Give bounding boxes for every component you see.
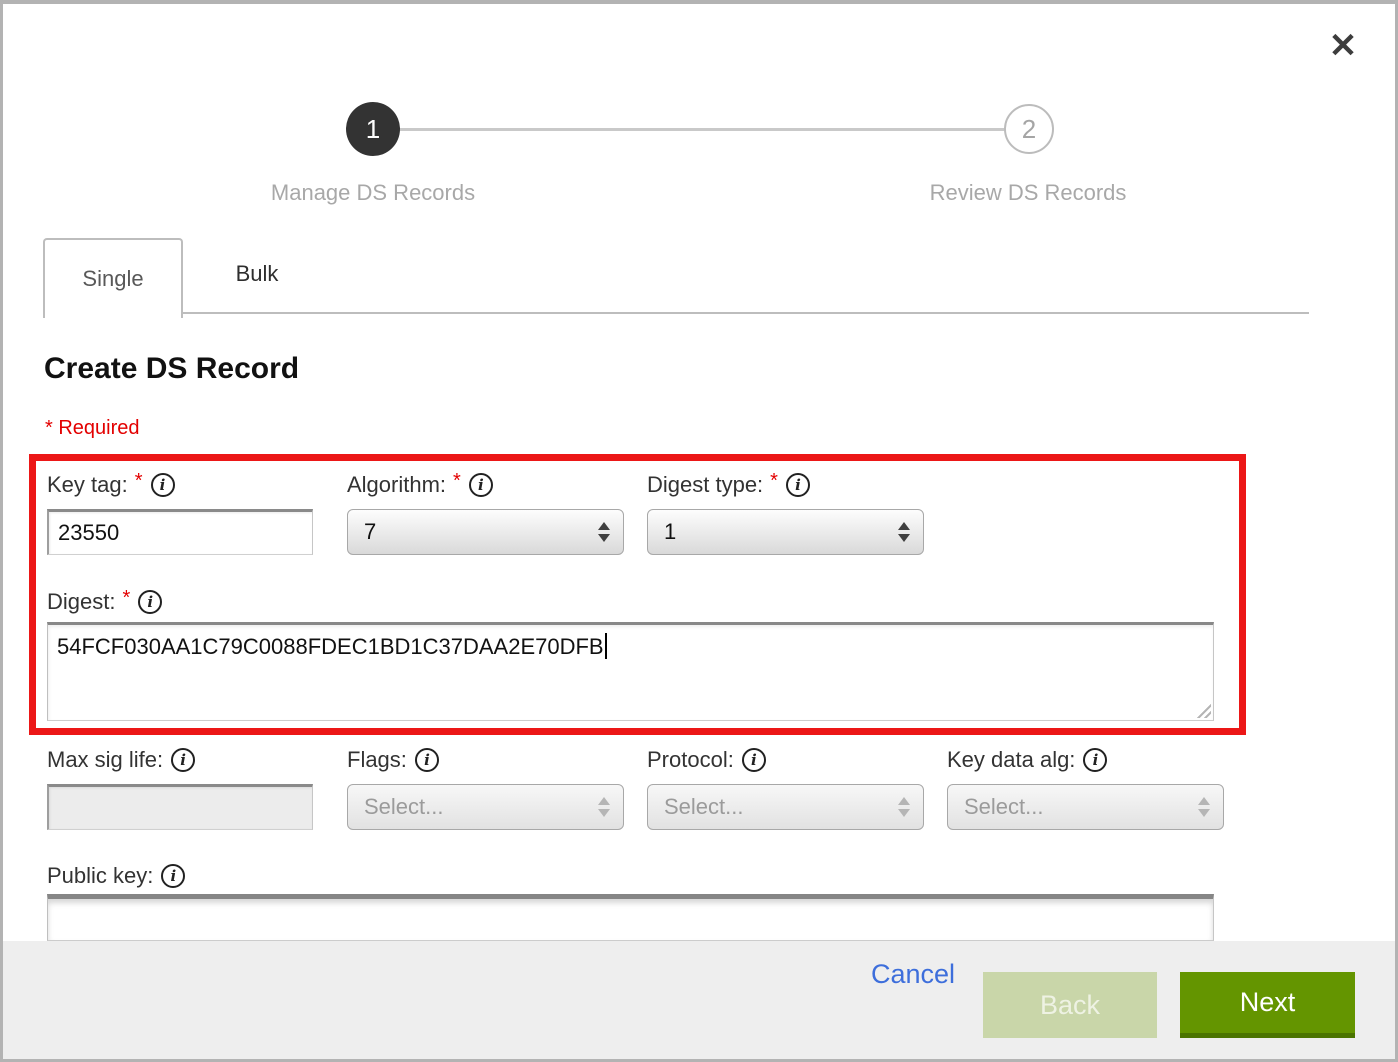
algorithm-label: Algorithm: * i <box>347 470 493 500</box>
tab-bulk[interactable]: Bulk <box>185 238 329 310</box>
select-stepper-arrows-icon <box>898 522 910 542</box>
tab-bar-divider <box>181 312 1309 314</box>
digest-type-label: Digest type: * i <box>647 470 810 500</box>
public-key-label: Public key: i <box>47 861 185 891</box>
key-data-alg-info-icon[interactable]: i <box>1083 748 1107 772</box>
select-stepper-arrows-icon <box>598 522 610 542</box>
step-2-number: 2 <box>1022 114 1036 145</box>
select-stepper-arrows-icon <box>598 797 610 817</box>
digest-type-info-icon[interactable]: i <box>786 473 810 497</box>
step-2-label: Review DS Records <box>828 180 1228 206</box>
max-sig-life-label-text: Max sig life: <box>47 747 163 773</box>
required-asterisk: * <box>770 470 778 493</box>
public-key-label-text: Public key: <box>47 863 153 889</box>
protocol-select[interactable]: Select... <box>647 784 924 830</box>
required-asterisk: * <box>122 587 130 610</box>
protocol-label-text: Protocol: <box>647 747 734 773</box>
digest-label-text: Digest: <box>47 589 115 615</box>
close-icon[interactable]: ✕ <box>1319 22 1367 70</box>
digest-label: Digest: * i <box>47 587 162 617</box>
stepper-connector-line <box>373 128 1029 131</box>
step-2-circle: 2 <box>1004 104 1054 154</box>
key-tag-input[interactable] <box>47 509 313 555</box>
digest-textarea[interactable]: 54FCF030AA1C79C0088FDEC1BD1C37DAA2E70DFB <box>47 622 1214 721</box>
key-data-alg-label: Key data alg: i <box>947 745 1107 775</box>
protocol-select-placeholder: Select... <box>648 794 743 820</box>
digest-type-label-text: Digest type: <box>647 472 763 498</box>
next-button[interactable]: Next <box>1180 972 1355 1038</box>
algorithm-select-value: 7 <box>348 519 376 545</box>
modal-footer: Cancel Back Next <box>3 941 1395 1059</box>
step-1-label: Manage DS Records <box>173 180 573 206</box>
max-sig-life-input[interactable] <box>47 784 313 830</box>
flags-label: Flags: i <box>347 745 439 775</box>
flags-select-placeholder: Select... <box>348 794 443 820</box>
public-key-textarea[interactable] <box>47 894 1214 941</box>
digest-value: 54FCF030AA1C79C0088FDEC1BD1C37DAA2E70DFB <box>57 634 604 659</box>
algorithm-select[interactable]: 7 <box>347 509 624 555</box>
create-ds-record-modal: ✕ 1 2 Manage DS Records Review DS Record… <box>0 0 1398 1062</box>
public-key-info-icon[interactable]: i <box>161 864 185 888</box>
resize-handle-icon[interactable] <box>1195 702 1211 718</box>
protocol-info-icon[interactable]: i <box>742 748 766 772</box>
required-asterisk: * <box>135 470 143 493</box>
required-note: * Required <box>45 417 140 440</box>
key-data-alg-select[interactable]: Select... <box>947 784 1224 830</box>
max-sig-life-label: Max sig life: i <box>47 745 195 775</box>
digest-info-icon[interactable]: i <box>138 590 162 614</box>
cancel-button[interactable]: Cancel <box>871 959 955 990</box>
digest-type-select[interactable]: 1 <box>647 509 924 555</box>
flags-info-icon[interactable]: i <box>415 748 439 772</box>
select-stepper-arrows-icon <box>898 797 910 817</box>
step-1-circle: 1 <box>346 102 400 156</box>
back-button[interactable]: Back <box>983 972 1157 1038</box>
required-asterisk: * <box>453 470 461 493</box>
tab-single[interactable]: Single <box>43 238 183 318</box>
algorithm-info-icon[interactable]: i <box>469 473 493 497</box>
key-tag-label: Key tag: * i <box>47 470 175 500</box>
algorithm-label-text: Algorithm: <box>347 472 446 498</box>
text-cursor <box>605 633 607 659</box>
digest-type-select-value: 1 <box>648 519 676 545</box>
flags-label-text: Flags: <box>347 747 407 773</box>
key-tag-info-icon[interactable]: i <box>151 473 175 497</box>
flags-select[interactable]: Select... <box>347 784 624 830</box>
key-data-alg-select-placeholder: Select... <box>948 794 1043 820</box>
key-tag-label-text: Key tag: <box>47 472 128 498</box>
step-1-number: 1 <box>366 114 380 145</box>
key-data-alg-label-text: Key data alg: <box>947 747 1075 773</box>
select-stepper-arrows-icon <box>1198 797 1210 817</box>
max-sig-life-info-icon[interactable]: i <box>171 748 195 772</box>
protocol-label: Protocol: i <box>647 745 766 775</box>
page-title: Create DS Record <box>44 352 299 386</box>
